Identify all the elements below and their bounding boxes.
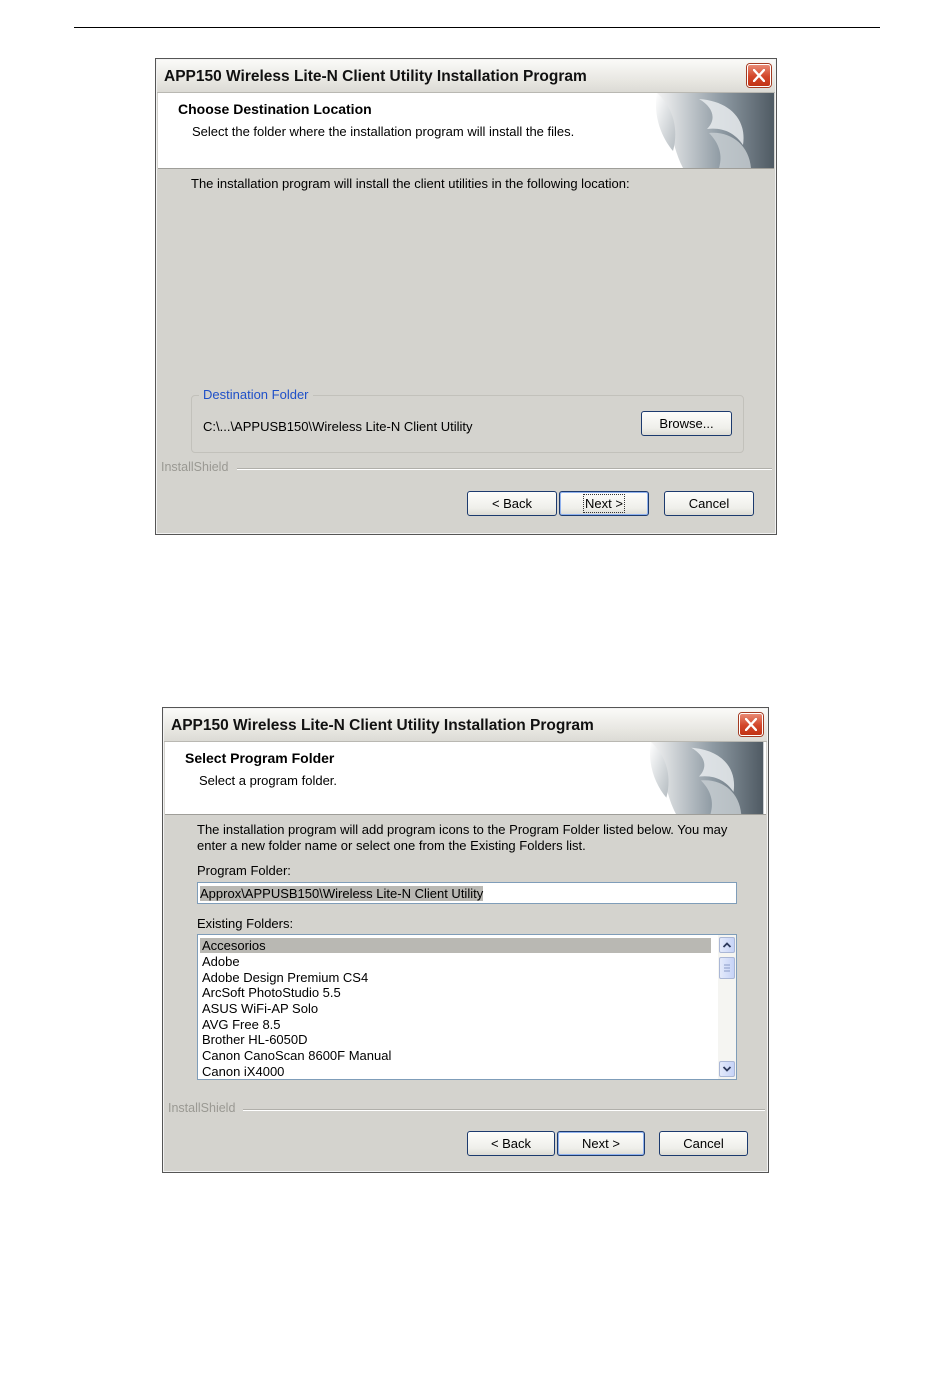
existing-folders-list[interactable]: Accesorios Adobe Adobe Design Premium CS… — [197, 934, 737, 1080]
cancel-button[interactable]: Cancel — [664, 491, 754, 516]
installshield-logo — [655, 93, 774, 168]
program-folder-dialog: APP150 Wireless Lite-N Client Utility In… — [162, 707, 769, 1173]
window-title: APP150 Wireless Lite-N Client Utility In… — [171, 717, 594, 734]
title-bar[interactable]: APP150 Wireless Lite-N Client Utility In… — [164, 709, 767, 742]
list-item[interactable]: AVG Free 8.5 — [200, 1017, 711, 1032]
close-button[interactable] — [739, 713, 763, 736]
list-item[interactable]: Adobe — [200, 954, 711, 969]
cancel-button-label: Cancel — [683, 1136, 724, 1151]
title-bar[interactable]: APP150 Wireless Lite-N Client Utility In… — [157, 60, 775, 93]
cancel-button-label: Cancel — [688, 496, 730, 511]
header-title: Choose Destination Location — [178, 101, 372, 117]
list-item[interactable]: ArcSoft PhotoStudio 5.5 — [200, 985, 711, 1000]
destination-path: C:\...\APPUSB150\Wireless Lite-N Client … — [203, 419, 473, 434]
back-button-label: < Back — [490, 1136, 532, 1151]
window-title: APP150 Wireless Lite-N Client Utility In… — [164, 68, 587, 85]
scroll-up-button[interactable] — [719, 937, 735, 953]
next-button[interactable]: Next > — [559, 491, 649, 516]
back-button-label: < Back — [491, 496, 533, 511]
scroll-down-button[interactable] — [719, 1061, 735, 1077]
list-item[interactable]: Brother HL-6050D — [200, 1032, 711, 1047]
installshield-brand: InstallShield — [161, 460, 229, 474]
destination-dialog: APP150 Wireless Lite-N Client Utility In… — [155, 58, 777, 535]
program-folder-input[interactable]: Approx\APPUSB150\Wireless Lite-N Client … — [197, 882, 737, 904]
grip-icon — [724, 964, 730, 972]
browse-button[interactable]: Browse... — [641, 411, 732, 436]
program-folder-label: Program Folder: — [197, 863, 291, 878]
next-button-label: Next > — [582, 1136, 620, 1151]
list-item[interactable]: Adobe Design Premium CS4 — [200, 970, 711, 985]
chevron-down-icon — [722, 1066, 732, 1072]
scroll-thumb[interactable] — [719, 957, 735, 979]
back-button[interactable]: < Back — [467, 491, 557, 516]
cancel-button[interactable]: Cancel — [659, 1131, 748, 1156]
list-scrollbar[interactable] — [718, 935, 736, 1079]
destination-folder-group: Destination Folder C:\...\APPUSB150\Wire… — [191, 387, 744, 453]
header-panel: Choose Destination Location Select the f… — [158, 93, 774, 169]
back-button[interactable]: < Back — [467, 1131, 555, 1156]
list-item[interactable]: Canon CanoScan 8600F Manual — [200, 1048, 711, 1063]
close-button[interactable] — [747, 64, 771, 87]
installshield-brand: InstallShield — [168, 1101, 236, 1115]
brand-divider — [243, 1109, 765, 1111]
header-title: Select Program Folder — [185, 750, 335, 766]
instruction-text: The installation program will install th… — [191, 176, 630, 191]
program-folder-value: Approx\APPUSB150\Wireless Lite-N Client … — [200, 886, 484, 901]
brand-divider — [237, 468, 772, 470]
destination-folder-label: Destination Folder — [199, 387, 313, 402]
instruction-line-2: enter a new folder name or select one fr… — [197, 838, 586, 853]
close-icon — [745, 718, 757, 731]
list-item[interactable]: ASUS WiFi-AP Solo — [200, 1001, 711, 1016]
chevron-up-icon — [722, 942, 732, 948]
close-icon — [753, 69, 765, 82]
page-top-rule — [74, 27, 880, 28]
header-subtitle: Select a program folder. — [199, 773, 338, 788]
next-button-label: Next > — [583, 494, 625, 513]
installshield-logo — [649, 742, 764, 814]
list-item[interactable]: Accesorios — [200, 938, 711, 953]
list-item[interactable]: Canon iX4000 — [200, 1064, 711, 1079]
existing-folders-label: Existing Folders: — [197, 916, 294, 931]
browse-button-label: Browse... — [659, 416, 714, 431]
next-button[interactable]: Next > — [557, 1131, 645, 1156]
instruction-line-1: The installation program will add progra… — [197, 822, 728, 837]
header-subtitle: Select the folder where the installation… — [192, 124, 575, 139]
header-panel: Select Program Folder Select a program f… — [165, 742, 766, 815]
